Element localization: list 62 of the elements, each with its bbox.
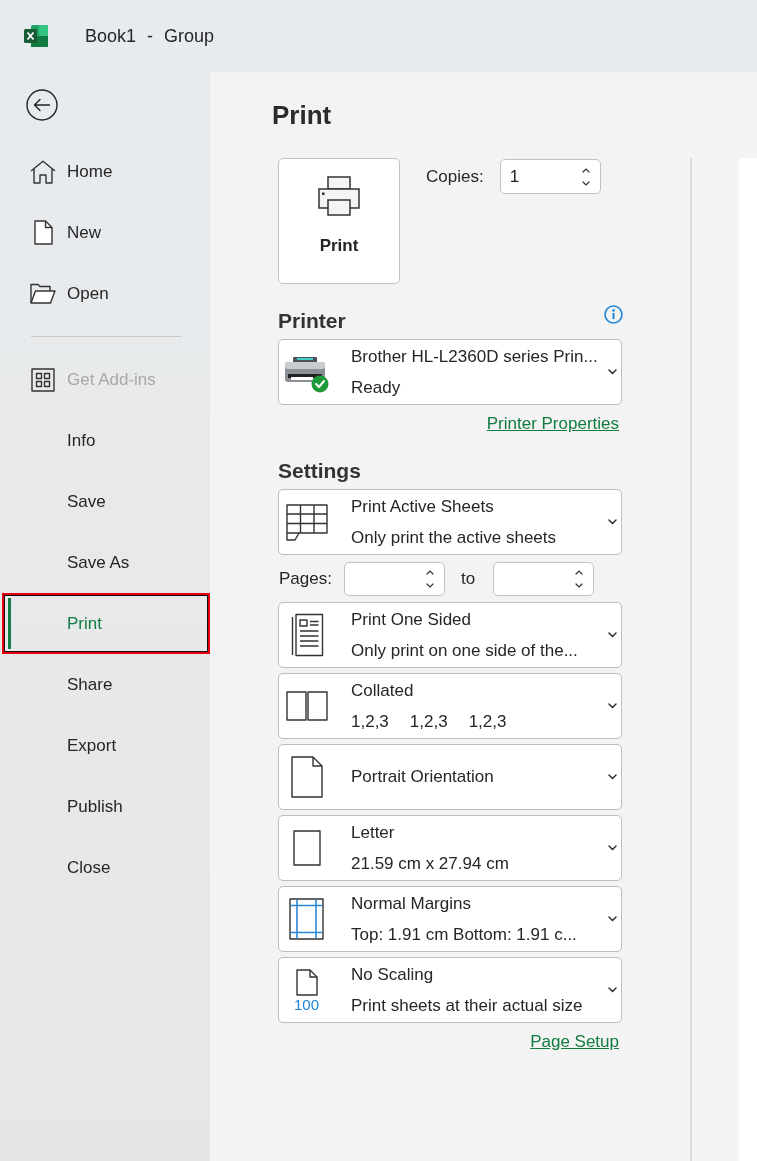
folder-icon <box>30 283 56 304</box>
sidebar-item[interactable]: Open <box>0 263 210 324</box>
info-icon[interactable] <box>604 305 623 324</box>
sidebar-item[interactable]: Home <box>0 141 210 202</box>
copies-label: Copies: <box>426 166 484 187</box>
section-heading: Printer <box>278 309 346 333</box>
chevron-down-icon <box>608 519 617 525</box>
settings-dropdown[interactable]: Print Active Sheets Only print the active sheets <box>278 489 622 555</box>
printer-properties-link[interactable]: Printer Properties <box>486 414 619 434</box>
printer-icon <box>318 176 360 216</box>
caret-down-icon[interactable] <box>425 583 434 588</box>
chevron-down-icon <box>608 632 617 638</box>
settings-dropdown[interactable]: Normal Margins Top: 1.91 cm Bottom: 1.91 c... <box>278 886 622 952</box>
page-icon <box>295 968 318 996</box>
page-icon <box>290 756 323 798</box>
spreadsheet-logo-icon <box>24 24 48 48</box>
caret-down-icon[interactable] <box>575 583 584 588</box>
sidebar-item[interactable]: Print <box>2 593 210 654</box>
chevron-down-icon <box>608 774 617 780</box>
to-label: to <box>460 569 476 589</box>
caret-down-icon[interactable] <box>581 180 590 186</box>
sidebar-item[interactable]: Save As <box>0 532 210 593</box>
margins-icon <box>289 898 324 940</box>
chevron-down-icon <box>608 845 617 851</box>
sidebar-item[interactable]: Publish <box>0 776 210 837</box>
page-heading: Print <box>272 99 332 131</box>
printer-dropdown[interactable]: Brother HL-L2360D series Prin... Ready <box>278 339 622 405</box>
settings-dropdown[interactable]: Letter 21.59 cm x 27.94 cm <box>278 815 622 881</box>
two-pages-icon <box>285 691 328 721</box>
chevron-down-icon <box>608 987 617 993</box>
caret-up-icon[interactable] <box>581 167 590 173</box>
page-number-field[interactable] <box>343 562 445 596</box>
page-setup-link[interactable]: Page Setup <box>530 1032 619 1052</box>
sidebar-item[interactable]: New <box>0 202 210 263</box>
page-icon <box>292 830 321 866</box>
back-button[interactable] <box>26 89 58 121</box>
print-button[interactable]: Print <box>278 158 400 284</box>
copies-field[interactable]: 1 <box>499 159 601 194</box>
section-heading: Settings <box>278 459 361 483</box>
sidebar-item[interactable]: Share <box>0 654 210 715</box>
chevron-down-icon <box>608 703 617 709</box>
sidebar-item[interactable]: Save <box>0 471 210 532</box>
settings-dropdown[interactable]: Collated 1,2,3 1,2,3 1,2,3 <box>278 673 622 739</box>
chevron-down-icon <box>608 916 617 922</box>
settings-dropdown[interactable]: 100 No Scaling Print sheets at their actual size <box>278 957 622 1023</box>
document-icon <box>33 220 53 245</box>
settings-dropdown[interactable]: Portrait Orientation <box>278 744 622 810</box>
home-icon <box>30 159 56 184</box>
spreadsheet-grid-icon <box>285 503 328 541</box>
document-lines-icon <box>289 613 324 657</box>
chevron-down-icon <box>608 369 617 375</box>
window-title: Book1 - Group <box>85 25 215 47</box>
scale-label: 100 <box>294 996 319 1012</box>
caret-up-icon[interactable] <box>425 570 434 575</box>
caret-up-icon[interactable] <box>575 570 584 575</box>
sidebar-item[interactable]: Export <box>0 715 210 776</box>
sidebar-item[interactable]: Info <box>0 410 210 471</box>
settings-dropdown[interactable]: Print One Sided Only print on one side of the... <box>278 602 622 668</box>
pages-label: Pages: <box>279 569 332 589</box>
page-number-field[interactable] <box>493 562 595 596</box>
grid-icon <box>31 367 55 392</box>
sidebar-item[interactable]: Close <box>0 837 210 898</box>
